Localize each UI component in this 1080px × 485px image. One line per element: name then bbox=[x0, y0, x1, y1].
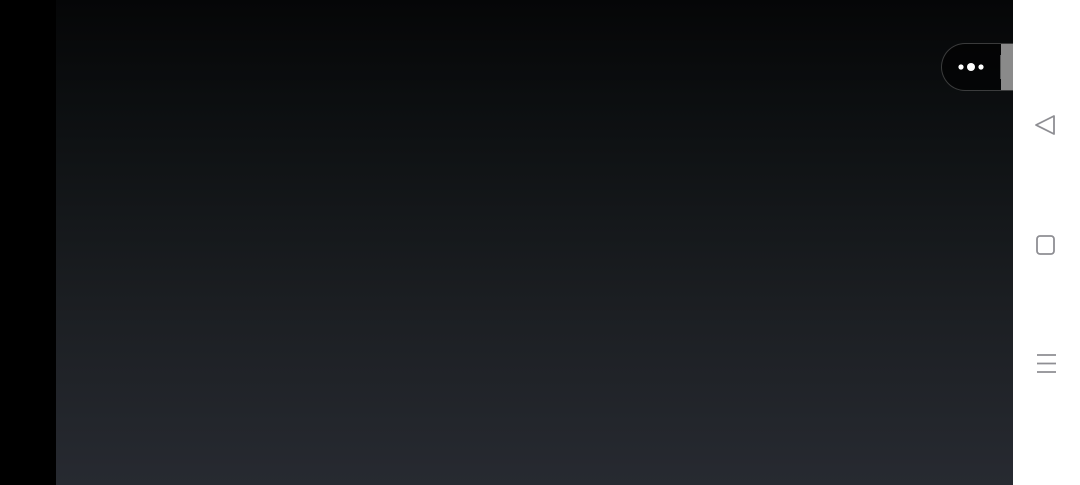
back-triangle-icon bbox=[1035, 115, 1055, 135]
app-screen bbox=[0, 0, 1080, 485]
main-content-area[interactable] bbox=[56, 0, 1013, 485]
home-button[interactable] bbox=[1020, 223, 1072, 267]
left-black-bar bbox=[0, 0, 56, 485]
more-dots-icon bbox=[958, 63, 984, 71]
home-square-icon bbox=[1036, 235, 1055, 255]
more-options-button[interactable] bbox=[942, 44, 1000, 90]
recent-apps-button[interactable] bbox=[1020, 342, 1072, 386]
back-button[interactable] bbox=[1020, 103, 1072, 147]
menu-lines-icon bbox=[1037, 354, 1056, 373]
